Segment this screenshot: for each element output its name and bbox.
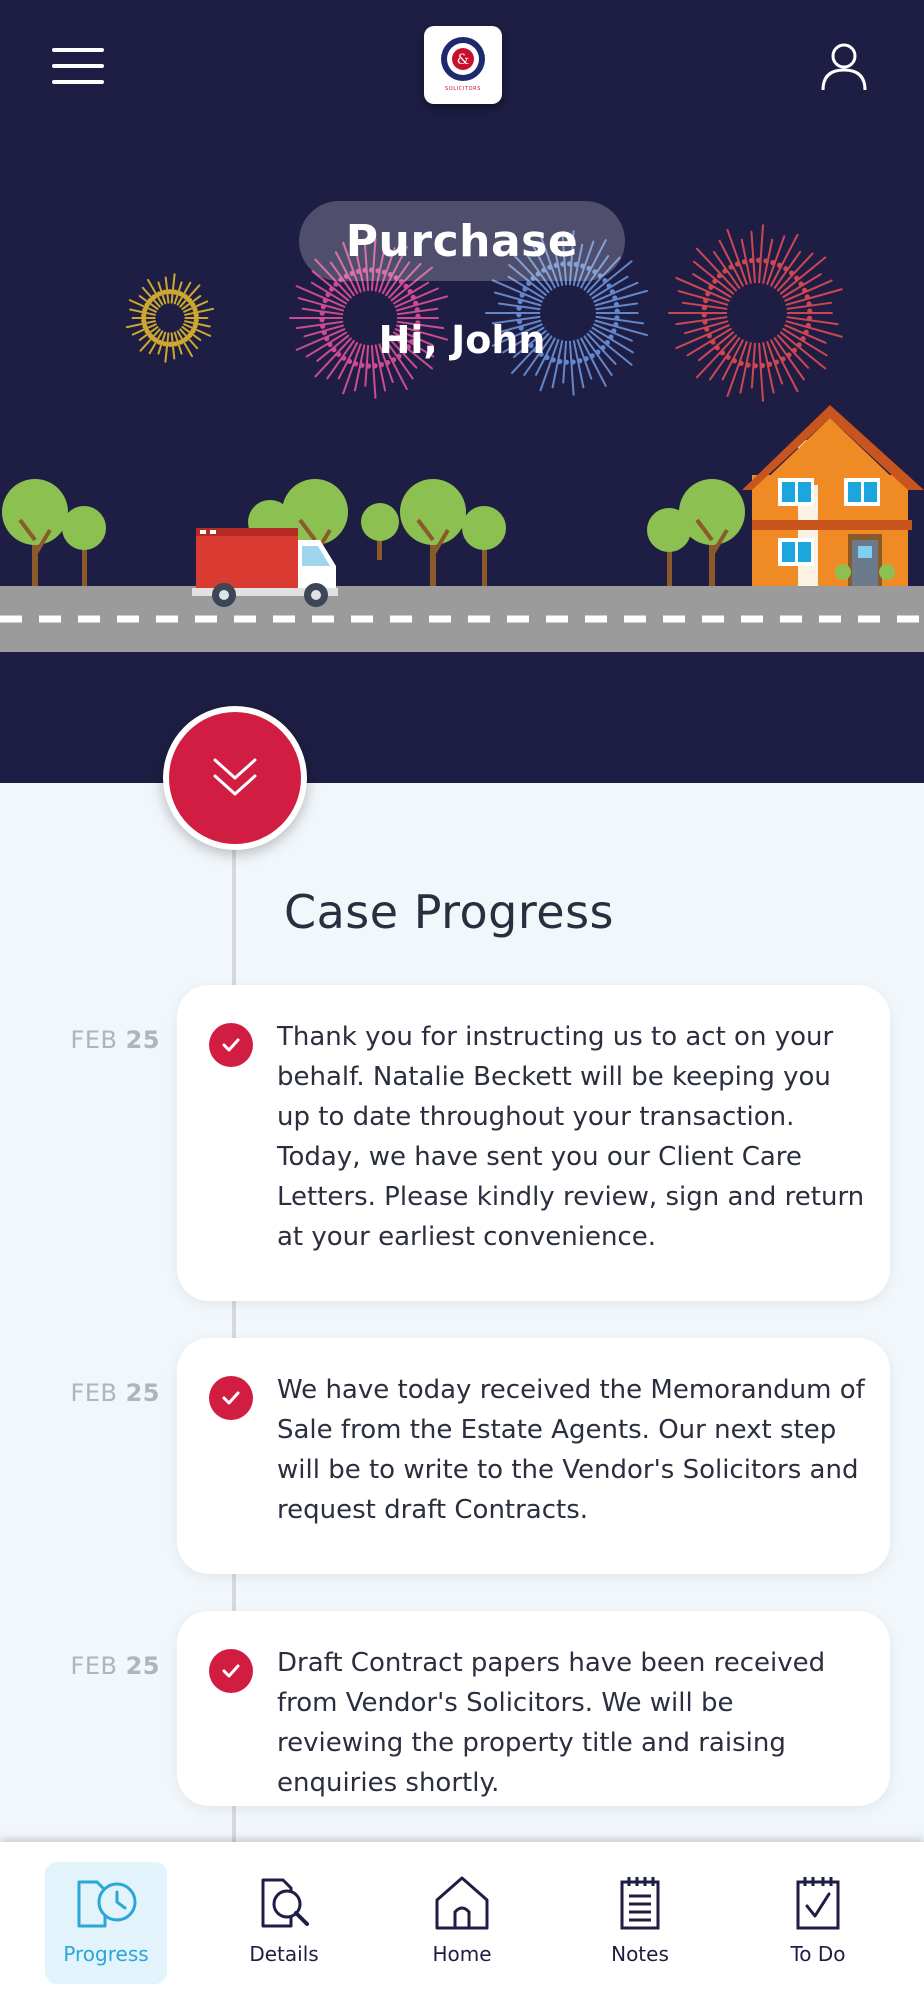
tree — [462, 506, 506, 586]
firm-logo[interactable]: & SOLICITORS — [424, 26, 502, 104]
profile-button[interactable] — [820, 42, 868, 92]
house — [742, 405, 924, 586]
section-title: Case Progress — [284, 885, 615, 939]
progress-entry-card[interactable]: Draft Contract papers have been received… — [177, 1611, 890, 1806]
nav-label: Notes — [611, 1942, 669, 1966]
trees — [2, 479, 745, 586]
progress-entry-card[interactable]: Thank you for instructing us to act on y… — [177, 985, 890, 1301]
hamburger-line — [52, 64, 104, 68]
firm-logo-emblem: & SOLICITORS — [441, 37, 485, 92]
tree — [62, 506, 106, 586]
home-icon — [435, 1876, 489, 1930]
tree — [2, 479, 68, 586]
progress-entry-card[interactable]: We have today received the Memorandum of… — [177, 1338, 890, 1574]
nav-details[interactable]: Details — [223, 1862, 345, 1984]
nav-home[interactable]: Home — [401, 1862, 523, 1984]
entry-month: FEB — [70, 1026, 118, 1054]
entry-text: We have today received the Memorandum of… — [277, 1375, 865, 1525]
nav-progress[interactable]: Progress — [45, 1862, 167, 1984]
firework-red — [668, 224, 843, 402]
nav-label: Progress — [63, 1942, 149, 1966]
entry-day: 25 — [125, 1652, 160, 1680]
hamburger-line — [52, 80, 104, 84]
notes-icon — [620, 1877, 660, 1930]
check-icon — [209, 1649, 253, 1693]
entry-date: FEB 25 — [38, 1379, 160, 1407]
menu-button[interactable] — [52, 46, 104, 86]
tree — [361, 503, 399, 560]
details-search-icon — [261, 1878, 309, 1928]
check-icon — [209, 1376, 253, 1420]
entry-month: FEB — [70, 1652, 118, 1680]
entry-date: FEB 25 — [38, 1652, 160, 1680]
nav-label: To Do — [790, 1942, 846, 1966]
scroll-down-button[interactable] — [163, 706, 307, 850]
todo-checklist-icon — [796, 1877, 840, 1930]
user-profile-icon — [821, 43, 867, 91]
entry-day: 25 — [125, 1026, 160, 1054]
progress-clock-icon — [77, 1880, 137, 1928]
logo-text: SOLICITORS — [445, 86, 481, 92]
nav-notes[interactable]: Notes — [579, 1862, 701, 1984]
nav-label: Details — [249, 1942, 319, 1966]
entry-text: Draft Contract papers have been received… — [277, 1648, 826, 1798]
check-icon — [209, 1023, 253, 1067]
bottom-navigation: Progress Details Home Notes To Do — [0, 1842, 924, 2000]
hero-banner: & SOLICITORS Purchase Hi, John — [0, 0, 924, 783]
entry-text: Thank you for instructing us to act on y… — [277, 1022, 865, 1252]
greeting-text: Hi, John — [378, 318, 546, 362]
nav-label: Home — [432, 1942, 492, 1966]
entry-date: FEB 25 — [38, 1026, 160, 1054]
tree — [400, 479, 466, 586]
hero-illustration — [0, 224, 924, 652]
entry-month: FEB — [70, 1379, 118, 1407]
case-type-badge: Purchase — [299, 201, 625, 281]
svg-text:&: & — [457, 52, 469, 68]
tree — [679, 479, 745, 586]
hamburger-menu-icon — [52, 48, 104, 52]
entry-day: 25 — [125, 1379, 160, 1407]
nav-todo[interactable]: To Do — [757, 1862, 879, 1984]
double-chevron-down-icon — [213, 758, 257, 796]
